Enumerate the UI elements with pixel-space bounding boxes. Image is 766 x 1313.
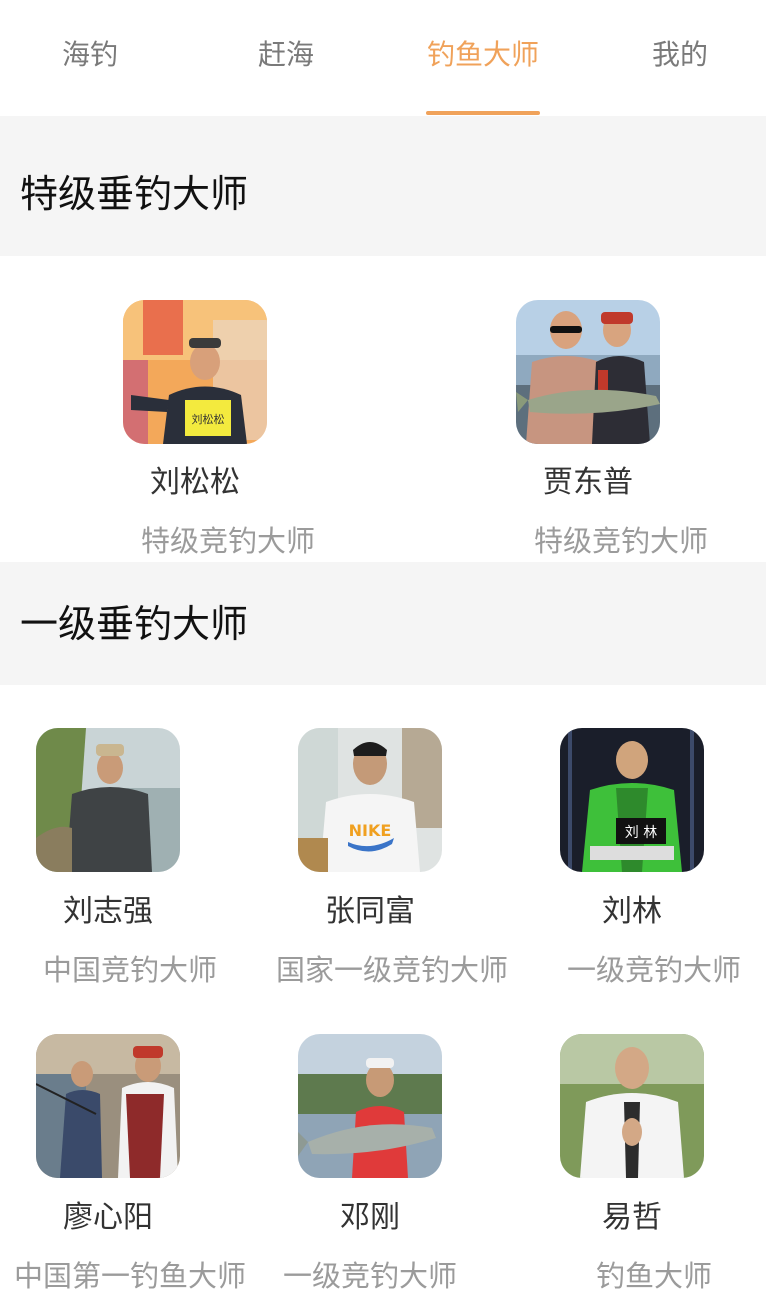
avatar[interactable] (36, 728, 180, 872)
master-rank: 中国竞钓大师 (42, 953, 217, 987)
master-rank: 中国第一钓鱼大师 (13, 1259, 246, 1293)
master-rank: 国家一级竞钓大师 (275, 953, 508, 987)
avatar[interactable]: NIKE (298, 728, 442, 872)
avatar[interactable] (36, 1034, 180, 1178)
angler-by-lake-photo (36, 728, 180, 872)
angler-fishing-crowd-photo (36, 1034, 180, 1178)
master-rank: 特级竞钓大师 (533, 524, 708, 558)
master-rank: 一级竞钓大师 (282, 1259, 457, 1293)
man-holding-fish-photo (298, 1034, 442, 1178)
tab-sea-fishing[interactable]: 海钓 (40, 34, 140, 76)
avatar[interactable] (298, 1034, 442, 1178)
master-name: 刘松松 (150, 465, 240, 500)
master-name: 邓刚 (340, 1200, 400, 1235)
active-tab-indicator (426, 111, 540, 115)
man-in-white-tshirt-photo: NIKE (298, 728, 442, 872)
master-name: 贾东普 (543, 465, 633, 500)
avatar[interactable] (516, 300, 660, 444)
master-name: 张同富 (325, 894, 415, 929)
avatar[interactable] (560, 1034, 704, 1178)
master-rank: 特级竞钓大师 (140, 524, 315, 558)
top-tab-bar: 海钓 赶海 钓鱼大师 我的 (0, 0, 766, 116)
section-header-special: 特级垂钓大师 (0, 116, 766, 256)
tab-mine[interactable]: 我的 (630, 34, 730, 76)
section-header-first-class: 一级垂钓大师 (0, 562, 766, 685)
tab-beach-combing[interactable]: 赶海 (236, 34, 336, 76)
master-name: 刘林 (602, 894, 662, 929)
avatar[interactable]: 刘 林 (560, 728, 704, 872)
angler-at-event-photo: 刘松松 (123, 300, 267, 444)
svg-text:刘松松: 刘松松 (192, 412, 225, 426)
svg-text:NIKE: NIKE (349, 821, 392, 840)
man-in-green-jacket-photo: 刘 林 (560, 728, 704, 872)
man-in-white-suit-photo (560, 1034, 704, 1178)
master-name: 易哲 (602, 1200, 662, 1235)
master-name: 刘志强 (63, 894, 153, 929)
section-title: 特级垂钓大师 (20, 172, 249, 216)
section-title: 一级垂钓大师 (20, 602, 249, 646)
tab-fishing-masters[interactable]: 钓鱼大师 (418, 34, 548, 76)
avatar[interactable]: 刘松松 (123, 300, 267, 444)
master-name: 廖心阳 (63, 1200, 153, 1235)
svg-text:刘 林: 刘 林 (625, 825, 657, 841)
master-rank: 钓鱼大师 (595, 1259, 712, 1293)
two-anglers-with-carp-photo (516, 300, 660, 444)
master-rank: 一级竞钓大师 (566, 953, 741, 987)
